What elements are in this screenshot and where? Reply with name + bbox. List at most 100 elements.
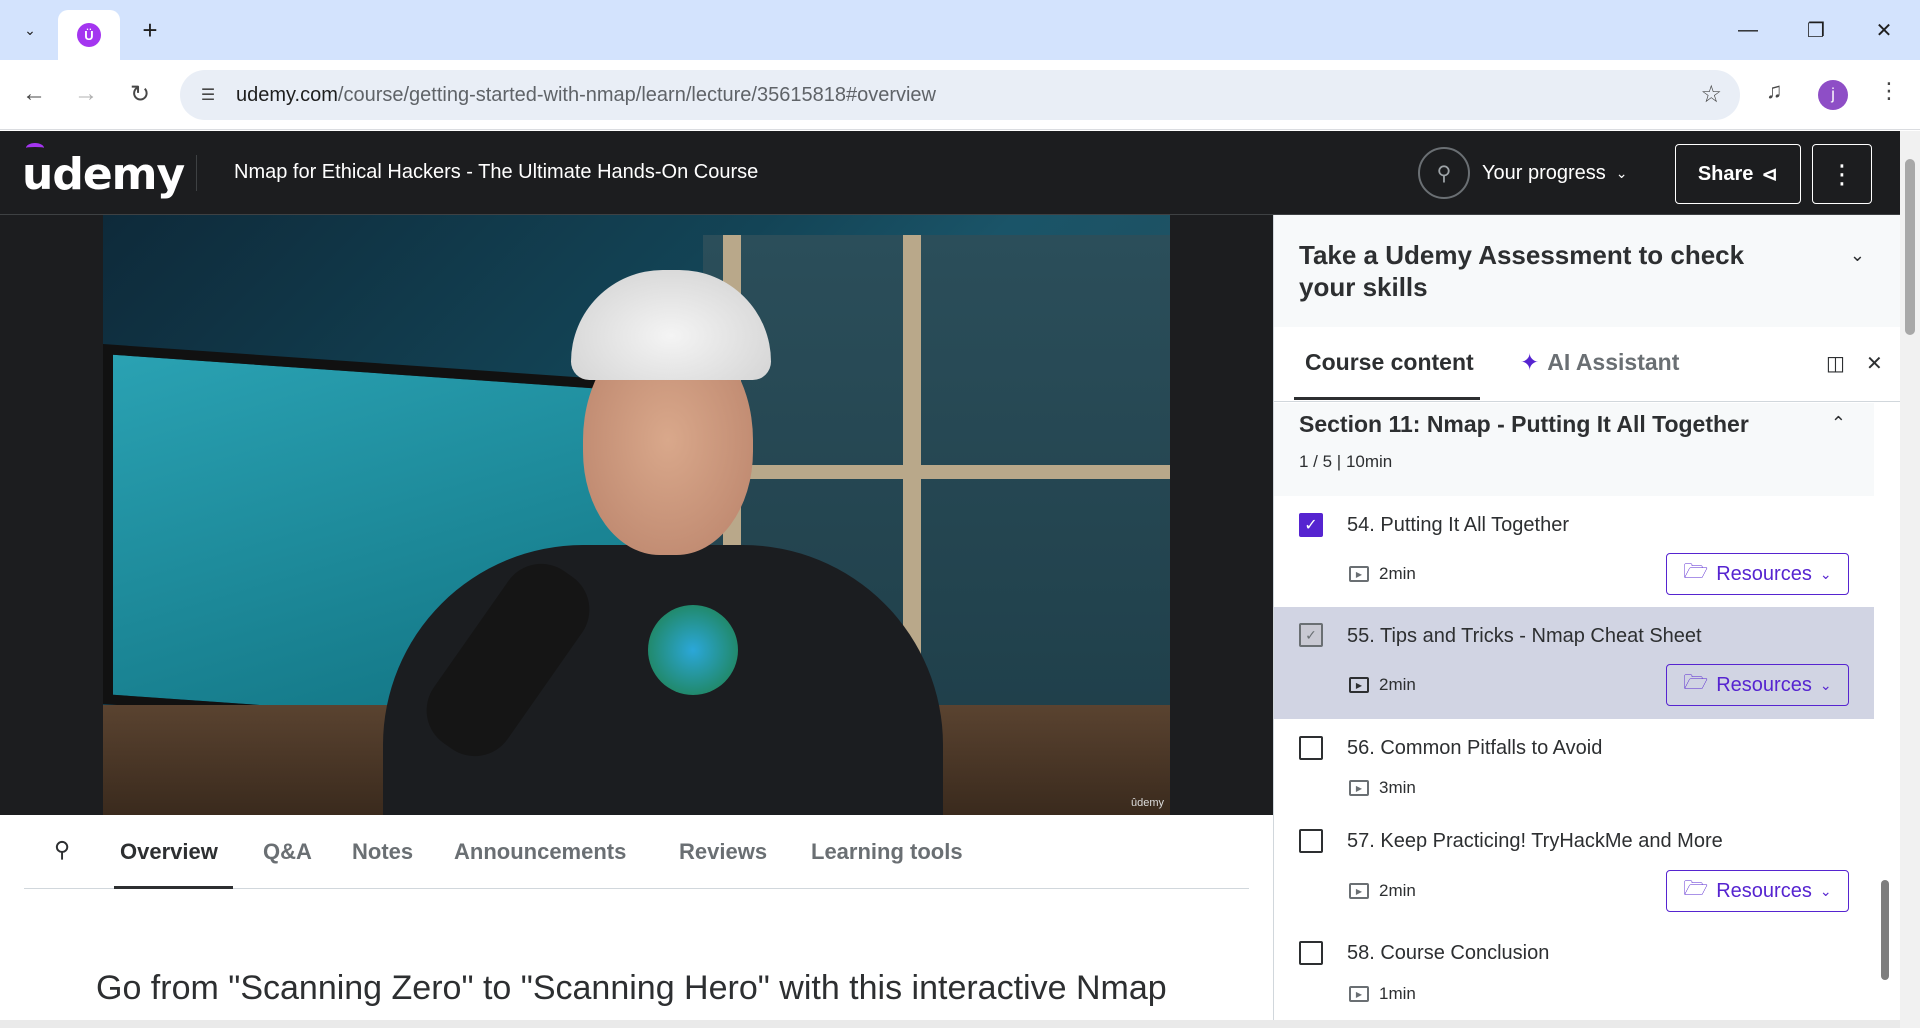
video-frame[interactable]: ûdemy [103,215,1170,815]
profile-avatar[interactable]: j [1818,80,1848,110]
lecture-title[interactable]: 57. Keep Practicing! TryHackMe and More [1347,830,1723,853]
close-icon[interactable]: ✕ [1866,351,1883,376]
lecture-checkbox[interactable] [1299,736,1323,760]
search-icon[interactable]: ⚲ [54,837,70,863]
url-path: /course/getting-started-with-nmap/learn/… [337,84,936,106]
sparkle-icon: ✦ [1520,349,1540,375]
url-host: udemy.com [236,84,338,106]
video-watermark: ûdemy [1130,797,1164,809]
lecture-duration: ▶ 2min [1349,564,1416,584]
lecture-tabs-area: ⚲ Overview Q&A Notes Announcements Revie… [0,815,1273,1028]
video-player[interactable]: ûdemy [0,215,1273,815]
lecture-duration: ▶ 1min [1349,984,1416,1004]
browser-tab-udemy[interactable]: Ü [58,10,120,60]
tab-qa[interactable]: Q&A [263,839,312,865]
video-icon: ▶ [1349,780,1369,796]
lecture-duration: ▶ 2min [1349,675,1416,695]
tab-course-content[interactable]: Course content [1305,349,1474,376]
lecture-tabs: ⚲ Overview Q&A Notes Announcements Revie… [24,815,1249,889]
share-label: Share [1697,162,1754,185]
shirt-logo [648,605,738,695]
lecture-checkbox[interactable]: ✓ [1299,623,1323,647]
tab-reviews[interactable]: Reviews [679,839,767,865]
page-scrollbar[interactable] [1900,131,1920,1028]
share-icon: ⊲ [1761,163,1779,186]
page-scrollbar-thumb[interactable] [1905,159,1915,335]
chevron-down-icon: ⌄ [1819,882,1832,899]
resources-button[interactable]: 🗁 Resources ⌄ [1666,664,1849,706]
folder-icon: 🗁 [1683,878,1709,900]
back-icon[interactable]: ← [14,74,54,114]
lecture-title[interactable]: 55. Tips and Tricks - Nmap Cheat Sheet [1347,625,1702,648]
media-control-icon[interactable]: ♫ [1766,78,1783,104]
tab-search-chevron-icon[interactable]: ⌄ [12,12,48,48]
tab-learning-tools[interactable]: Learning tools [811,839,963,865]
lecture-item[interactable]: 56. Common Pitfalls to Avoid ▶ 3min [1274,719,1874,812]
section-header[interactable]: Section 11: Nmap - Putting It All Togeth… [1274,403,1874,496]
lecture-checkbox[interactable] [1299,829,1323,853]
sidebar-tabs: Course content ✦ AI Assistant ◫ ✕ [1274,327,1901,402]
lecture-duration: ▶ 2min [1349,881,1416,901]
folder-icon: 🗁 [1683,561,1709,583]
more-options-button[interactable]: ⋮ [1812,144,1872,204]
minimize-icon[interactable]: — [1722,10,1774,50]
folder-icon: 🗁 [1683,672,1709,694]
resources-button[interactable]: 🗁 Resources ⌄ [1666,870,1849,912]
lecture-title[interactable]: 58. Course Conclusion [1347,942,1549,965]
progress-label: Your progress [1482,161,1606,184]
lecture-checkbox[interactable]: ✓ [1299,513,1323,537]
trophy-icon: ⚲ [1418,147,1470,199]
lecture-item[interactable]: 58. Course Conclusion ▶ 1min [1274,924,1874,1024]
course-title[interactable]: Nmap for Ethical Hackers - The Ultimate … [234,161,758,184]
assessment-banner[interactable]: Take a Udemy Assessment to check your sk… [1274,215,1901,327]
overview-headline: Go from "Scanning Zero" to "Scanning Her… [96,969,1167,1007]
tab-ai-assistant[interactable]: ✦ AI Assistant [1520,349,1679,376]
reload-icon[interactable]: ↻ [120,74,160,114]
expand-panel-icon[interactable]: ◫ [1826,351,1845,376]
tab-overview[interactable]: Overview [120,839,218,865]
resources-button[interactable]: 🗁 Resources ⌄ [1666,553,1849,595]
header-divider [196,155,197,191]
active-tab-indicator [114,886,233,889]
browser-tabstrip: ⌄ Ü + — ❐ ✕ [0,0,1920,60]
lecture-checkbox[interactable] [1299,941,1323,965]
lecture-item-current[interactable]: ✓ 55. Tips and Tricks - Nmap Cheat Sheet… [1274,607,1874,719]
close-window-icon[interactable]: ✕ [1858,10,1910,50]
horizontal-scrollbar[interactable] [0,1020,1900,1028]
chevron-down-icon: ⌄ [1819,676,1832,693]
bookmark-star-icon[interactable]: ☆ [1700,80,1722,109]
lecture-title[interactable]: 56. Common Pitfalls to Avoid [1347,737,1602,760]
site-info-icon[interactable]: ☰ [194,81,222,109]
course-sidebar: Take a Udemy Assessment to check your sk… [1273,215,1901,1028]
lecture-title[interactable]: 54. Putting It All Together [1347,514,1569,537]
progress-button[interactable]: ⚲ Your progress ⌄ [1418,145,1628,201]
video-icon: ▶ [1349,677,1369,693]
udemy-logo[interactable]: udemy [22,143,185,200]
sidebar-scrollbar[interactable] [1878,410,1892,1020]
chevron-down-icon: ⌄ [1615,164,1628,181]
lecture-duration: ▶ 3min [1349,778,1416,798]
chevron-down-icon[interactable]: ⌄ [1850,245,1865,266]
video-icon: ▶ [1349,986,1369,1002]
lecture-item[interactable]: 57. Keep Practicing! TryHackMe and More … [1274,812,1874,924]
video-icon: ▶ [1349,883,1369,899]
chevron-up-icon[interactable]: ⌃ [1831,413,1846,434]
forward-icon[interactable]: → [66,74,106,114]
browser-toolbar: ← → ↻ ☰ udemy.com/course/getting-started… [0,60,1920,130]
address-bar[interactable]: ☰ udemy.com/course/getting-started-with-… [180,70,1740,120]
section-title: Section 11: Nmap - Putting It All Togeth… [1299,411,1749,437]
sidebar-scrollbar-thumb[interactable] [1881,880,1889,980]
share-button[interactable]: Share ⊲ [1675,144,1801,204]
restore-icon[interactable]: ❐ [1790,10,1842,50]
ai-assistant-label: AI Assistant [1547,349,1680,375]
course-header: udemy Nmap for Ethical Hackers - The Ult… [0,131,1900,215]
lecture-item[interactable]: ✓ 54. Putting It All Together ▶ 2min 🗁 Res… [1274,496,1874,607]
new-tab-button[interactable]: + [134,14,166,46]
assessment-text: Take a Udemy Assessment to check your sk… [1299,240,1745,302]
url-text[interactable]: udemy.com/course/getting-started-with-nm… [236,84,936,107]
tab-notes[interactable]: Notes [352,839,413,865]
chevron-down-icon: ⌄ [1819,565,1832,582]
udemy-favicon-icon: Ü [77,23,101,47]
tab-announcements[interactable]: Announcements [454,839,626,865]
browser-menu-icon[interactable]: ⋮ [1878,78,1900,104]
